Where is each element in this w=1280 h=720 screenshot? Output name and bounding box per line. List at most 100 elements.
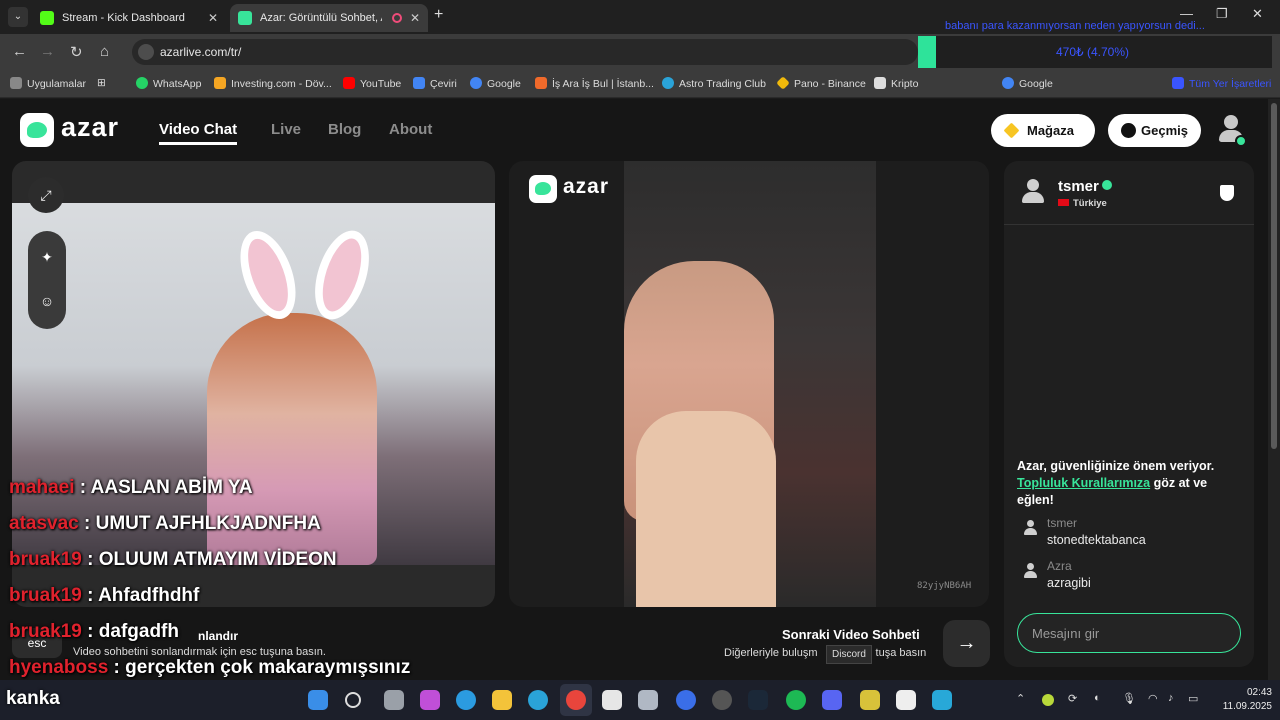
tab-search-icon[interactable]: ⌄ <box>8 7 28 27</box>
azar-page: azar Video Chat Live Blog About Mağaza G… <box>0 99 1268 680</box>
search-icon[interactable] <box>345 692 361 708</box>
minimize-icon[interactable]: — <box>1180 6 1193 21</box>
bookmark-translate[interactable]: Çeviri <box>413 77 457 90</box>
sparkle-effects-icon[interactable]: ✦ <box>39 249 55 265</box>
nav-blog[interactable]: Blog <box>328 121 361 138</box>
google-icon <box>470 77 482 89</box>
nav-live[interactable]: Live <box>271 121 301 138</box>
partner-header: tsmer Türkiye <box>1004 161 1254 225</box>
wifi-icon[interactable]: ◠ <box>1148 692 1158 705</box>
kick-icon <box>40 11 54 25</box>
tray-chevron-icon[interactable]: ⌃ <box>1016 692 1025 705</box>
store-icon[interactable] <box>602 690 622 710</box>
telegram-icon <box>662 77 674 89</box>
report-shield-icon[interactable] <box>1220 185 1234 201</box>
discord-icon[interactable] <box>822 690 842 710</box>
expand-icon[interactable]: ⤢ <box>28 177 64 213</box>
tray-sync-icon[interactable]: ⟳ <box>1068 692 1077 705</box>
next-chat-title: Sonraki Video Sohbeti <box>782 627 920 642</box>
scrollbar-thumb[interactable] <box>1271 103 1277 449</box>
tab-kick-dashboard[interactable]: Stream - Kick Dashboard ✕ <box>32 4 226 32</box>
avatar-head <box>1224 115 1238 129</box>
nav-about[interactable]: About <box>389 121 432 138</box>
volume-icon[interactable]: ♪ <box>1168 692 1174 704</box>
avatar-head <box>1027 179 1039 191</box>
clock-time: 02:43 <box>1246 687 1272 698</box>
translate-icon <box>413 77 425 89</box>
partner-name[interactable]: tsmer <box>1058 178 1112 195</box>
page-scrollbar[interactable] <box>1268 99 1280 680</box>
recording-icon <box>392 13 402 23</box>
microphone-icon[interactable]: 🎙 <box>1122 692 1136 705</box>
telegram-icon[interactable] <box>528 690 548 710</box>
close-window-icon[interactable]: ✕ <box>1252 6 1263 22</box>
history-button[interactable]: Geçmiş <box>1108 114 1201 147</box>
battery-icon[interactable]: ▭ <box>1188 692 1198 705</box>
bookmark-google-2[interactable]: Google <box>1002 77 1053 90</box>
bookmark-binance[interactable]: Pano - Binance <box>776 76 866 90</box>
partner-avatar[interactable] <box>1022 179 1044 207</box>
remote-camera-feed <box>624 161 876 607</box>
game-icon[interactable] <box>860 690 880 710</box>
remote-person-hands <box>636 411 776 607</box>
close-tab-icon[interactable]: ✕ <box>208 4 218 32</box>
ticker-indicator <box>918 36 936 68</box>
job-site-icon <box>535 77 547 89</box>
community-guidelines-link[interactable]: Topluluk Kurallarımıza <box>1017 476 1150 490</box>
tray-vpn-icon[interactable]: ◐ <box>1094 692 1101 704</box>
browser-tab-strip: ⌄ Stream - Kick Dashboard ✕ Azar: Görünt… <box>0 0 1280 34</box>
windows-start-icon[interactable] <box>308 690 328 710</box>
safety-notice: Azar, güvenliğinize önem veriyor. Toplul… <box>1017 459 1215 507</box>
azar-logo-icon[interactable] <box>20 113 54 147</box>
capcut-icon[interactable] <box>896 690 916 710</box>
new-tab-button[interactable]: + <box>434 6 443 24</box>
edge-icon[interactable] <box>456 690 476 710</box>
task-view-icon[interactable] <box>384 690 404 710</box>
url-field[interactable]: azarlive.com/tr/ <box>132 39 918 65</box>
face-filter-icon[interactable]: ☺ <box>39 293 55 309</box>
chrome-icon[interactable] <box>566 690 586 710</box>
message-input[interactable] <box>1017 613 1241 653</box>
profile-avatar[interactable] <box>1216 113 1247 147</box>
forward-icon[interactable]: → <box>40 43 55 60</box>
reload-icon[interactable]: ↻ <box>70 43 83 61</box>
tab-azar[interactable]: Azar: Görüntülü Sohbet, An ✕ <box>230 4 428 32</box>
home-icon[interactable]: ⌂ <box>100 43 109 60</box>
bookmark-is-ara[interactable]: İş Ara İş Bul | İstanb... <box>535 77 654 90</box>
taskbar-clock[interactable]: 02:43 11.09.2025 <box>1216 686 1272 714</box>
verified-icon <box>1101 180 1112 190</box>
calculator-icon[interactable] <box>638 690 658 710</box>
all-bookmarks[interactable]: Tüm Yer İşaretleri <box>1172 77 1271 90</box>
close-tab-icon[interactable]: ✕ <box>410 4 420 32</box>
azar-logo-text[interactable]: azar <box>61 112 119 143</box>
bookmark-youtube[interactable]: YouTube <box>343 77 401 90</box>
bookmark-astro[interactable]: Astro Trading Club <box>662 77 766 90</box>
bunny-ear-left <box>229 223 307 327</box>
bookmark-kripto[interactable]: Kripto <box>874 77 918 90</box>
shop-button[interactable]: Mağaza <box>991 114 1095 147</box>
grid-icon[interactable]: ⊞ <box>97 77 106 89</box>
investing-icon <box>214 77 226 89</box>
copilot-icon[interactable] <box>420 690 440 710</box>
message-sender: Azra <box>1047 559 1072 573</box>
maximize-icon[interactable]: ❐ <box>1216 6 1228 22</box>
trading-app-icon[interactable] <box>676 690 696 710</box>
steam-icon[interactable] <box>748 690 768 710</box>
tray-app-icon[interactable] <box>1042 694 1054 706</box>
remote-user-code: 82yjyNB6AH <box>917 581 972 591</box>
back-icon[interactable]: ← <box>12 43 27 60</box>
obs-icon[interactable] <box>712 690 732 710</box>
bookmark-google[interactable]: Google <box>470 77 521 90</box>
nav-video-chat[interactable]: Video Chat <box>159 121 238 145</box>
discord-tooltip: Discord <box>826 645 872 664</box>
spotify-icon[interactable] <box>786 690 806 710</box>
next-chat-arrow-icon[interactable]: → <box>943 620 990 667</box>
azar-watermark-icon <box>529 175 557 203</box>
notepad-icon[interactable] <box>932 690 952 710</box>
bookmark-investing[interactable]: Investing.com - Döv... <box>214 77 332 90</box>
bookmark-apps[interactable]: Uygulamalar <box>10 77 86 90</box>
azar-icon <box>238 11 252 25</box>
site-info-icon[interactable] <box>138 44 154 60</box>
bookmark-whatsapp[interactable]: WhatsApp <box>136 77 201 90</box>
file-explorer-icon[interactable] <box>492 690 512 710</box>
